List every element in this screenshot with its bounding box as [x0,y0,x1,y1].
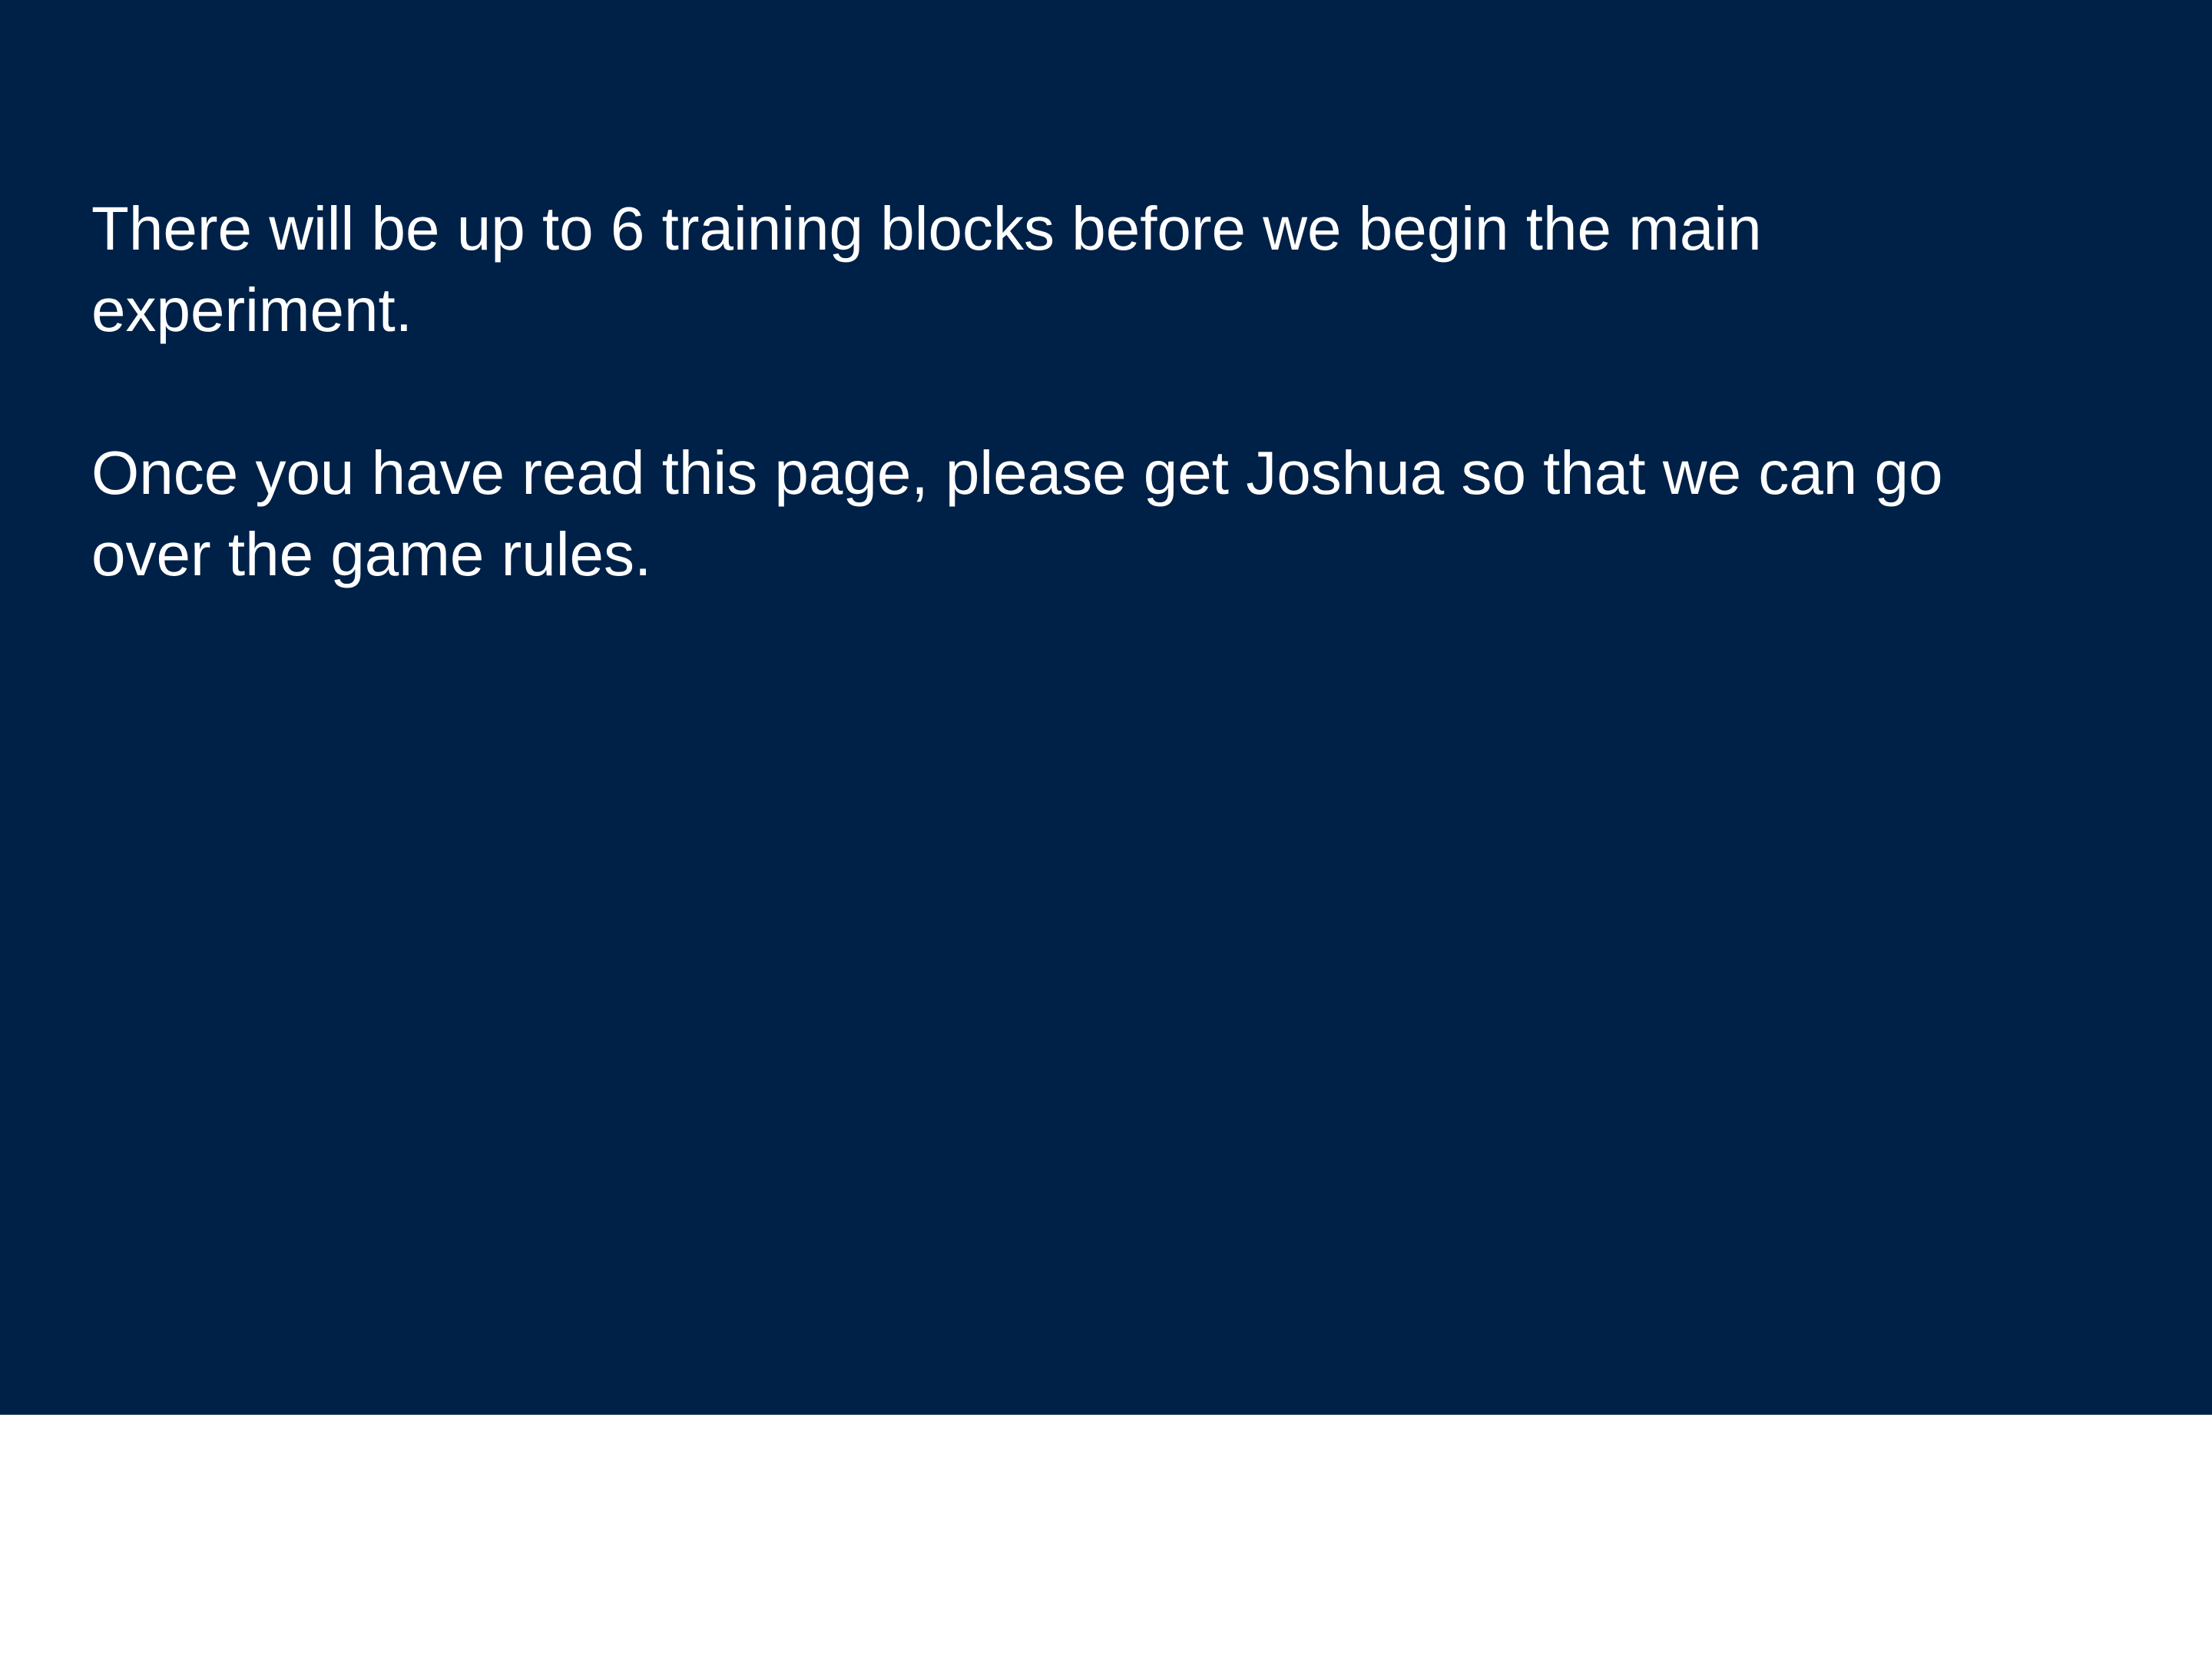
instruction-paragraph-get-joshua: Once you have read this page, please get… [91,439,1943,588]
instruction-slide: There will be up to 6 training blocks be… [0,0,2212,1415]
instruction-paragraph-training-blocks: There will be up to 6 training blocks be… [91,194,1762,344]
instruction-text-block: There will be up to 6 training blocks be… [91,188,2058,595]
